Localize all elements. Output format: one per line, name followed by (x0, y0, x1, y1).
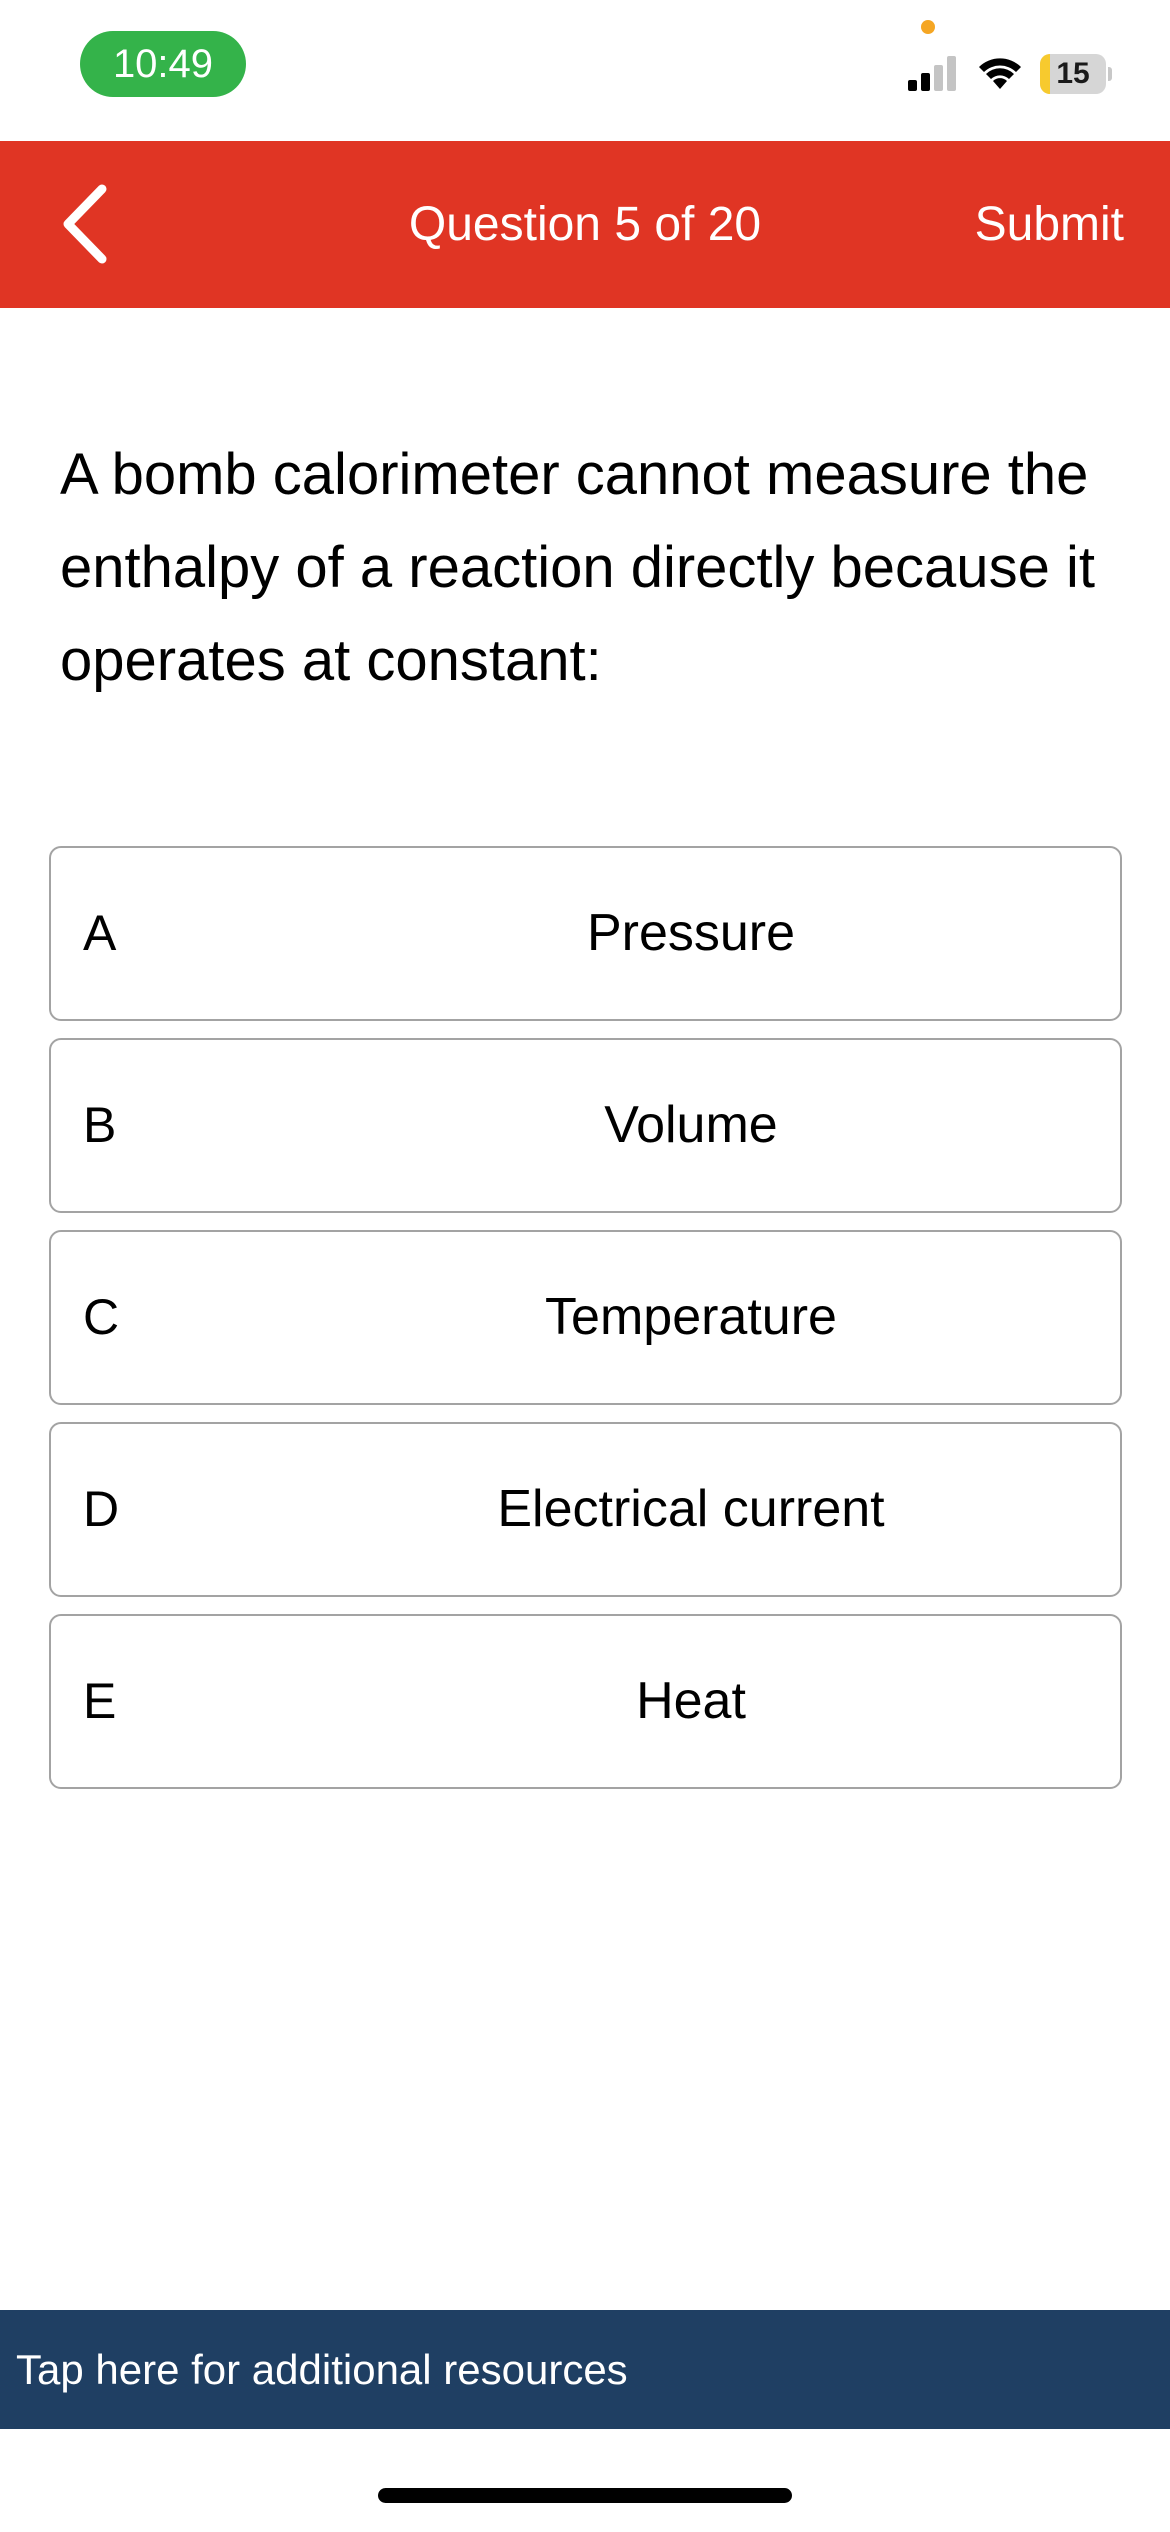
cellular-signal-icon (908, 56, 956, 91)
option-letter: E (83, 1673, 117, 1729)
answer-option-c[interactable]: C Temperature (49, 1230, 1122, 1405)
status-bar: 10:49 15 (0, 0, 1170, 140)
battery-icon: 15 (1040, 54, 1112, 94)
additional-resources-label: Tap here for additional resources (16, 2346, 628, 2393)
status-time: 10:49 (80, 31, 246, 97)
option-text: Volume (604, 1096, 778, 1154)
answer-option-a[interactable]: A Pressure (49, 846, 1122, 1021)
option-letter: A (83, 905, 117, 961)
home-indicator[interactable] (378, 2488, 792, 2503)
option-letter: B (83, 1097, 117, 1153)
answer-option-e[interactable]: E Heat (49, 1614, 1122, 1789)
answer-options: A Pressure B Volume C Temperature D Elec… (49, 846, 1122, 1806)
privacy-indicator-dot (921, 20, 935, 34)
option-text: Electrical current (497, 1480, 885, 1538)
quiz-header: Question 5 of 20 Submit (0, 141, 1170, 308)
answer-option-d[interactable]: D Electrical current (49, 1422, 1122, 1597)
submit-button[interactable]: Submit (975, 141, 1124, 308)
question-counter: Question 5 of 20 (408, 198, 762, 251)
option-text: Temperature (545, 1288, 837, 1346)
question-text: A bomb calorimeter cannot measure the en… (60, 442, 1095, 693)
answer-option-b[interactable]: B Volume (49, 1038, 1122, 1213)
back-chevron-icon[interactable] (50, 177, 120, 272)
additional-resources-banner[interactable]: Tap here for additional resources (0, 2310, 1170, 2429)
battery-percentage: 15 (1056, 57, 1090, 90)
wifi-icon (979, 58, 1021, 89)
option-text: Pressure (586, 904, 796, 962)
option-letter: D (83, 1481, 120, 1537)
option-letter: C (83, 1289, 120, 1345)
option-text: Heat (636, 1672, 746, 1730)
